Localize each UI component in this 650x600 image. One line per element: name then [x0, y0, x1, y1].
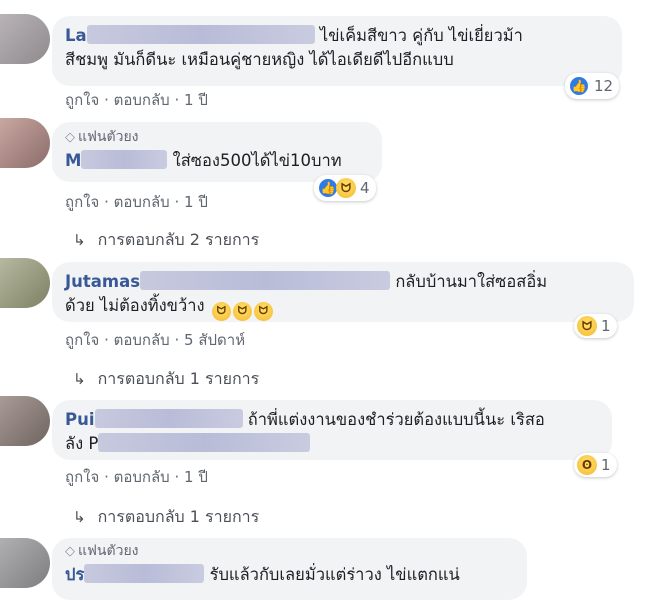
reply-link[interactable]: ตอบกลับ [114, 193, 170, 211]
reply-arrow-icon: ↳ [73, 231, 86, 249]
top-fan-badge: ◇ แฟนตัวยง [65, 127, 368, 148]
comment-bubble: Jutamas กลับบ้านมาใส่ซอสอิ่ม ด้วย ไม่ต้อ… [52, 262, 634, 322]
comment-text: ถ้าพี่แต่งงานของชำร่วยต้องแบบนี้นะ เริสอ [247, 410, 545, 429]
comment-text: ลัง P [65, 434, 99, 453]
avatar[interactable] [0, 14, 50, 64]
laughing-emoji-icon: ᗢ [211, 301, 231, 321]
reaction-count: 4 [360, 179, 370, 197]
reply-arrow-icon: ↳ [73, 370, 86, 388]
redacted-name [94, 409, 243, 428]
timestamp[interactable]: 1 ปี [184, 468, 208, 486]
view-replies-link[interactable]: ↳ การตอบกลับ 1 รายการ [73, 367, 259, 392]
comment-actions: ถูกใจ · ตอบกลับ · 1 ปี [65, 88, 208, 112]
commenter-name[interactable]: Jutamas [65, 272, 140, 291]
timestamp[interactable]: 1 ปี [184, 91, 208, 109]
reaction-count: 12 [594, 77, 614, 95]
reaction-count: 1 [601, 456, 611, 474]
view-replies-link[interactable]: ↳ การตอบกลับ 2 รายการ [73, 228, 259, 253]
commenter-name[interactable]: La [65, 26, 87, 45]
redacted-name [140, 271, 391, 290]
separator: · [104, 193, 109, 211]
timestamp[interactable]: 5 สัปดาห์ [184, 331, 245, 349]
replies-label: การตอบกลับ 1 รายการ [97, 507, 260, 526]
replies-label: การตอบกลับ 2 รายการ [97, 230, 260, 249]
redacted-name [84, 564, 205, 583]
redacted-name [86, 25, 315, 44]
comment-actions: ถูกใจ · ตอบกลับ · 1 ปี [65, 465, 208, 489]
separator: · [104, 468, 109, 486]
reaction-summary[interactable]: 👍 ᗢ 4 [314, 175, 376, 201]
comment-text: สีชมพู มันก็ดีนะ เหมือนคู่ชายหญิง ได้ไอเ… [65, 50, 454, 69]
timestamp[interactable]: 1 ปี [184, 193, 208, 211]
haha-icon: ᗢ [336, 178, 356, 198]
avatar[interactable] [0, 258, 50, 308]
badge-label: แฟนตัวยง [78, 543, 139, 559]
separator: · [174, 331, 180, 349]
reply-link[interactable]: ตอบกลับ [114, 91, 170, 109]
diamond-icon: ◇ [65, 544, 75, 559]
reaction-summary[interactable]: 👍 12 [565, 73, 620, 99]
avatar[interactable] [0, 396, 50, 446]
view-replies-link[interactable]: ↳ การตอบกลับ 1 รายการ [73, 505, 259, 530]
badge-label: แฟนตัวยง [78, 129, 139, 145]
like-link[interactable]: ถูกใจ [65, 331, 99, 349]
wow-icon: ʘ [577, 455, 597, 475]
laughing-emoji-icon: ᗢ [232, 301, 252, 321]
redacted-name [98, 433, 311, 452]
reply-link[interactable]: ตอบกลับ [114, 331, 170, 349]
reply-link[interactable]: ตอบกลับ [114, 468, 170, 486]
replies-label: การตอบกลับ 1 รายการ [97, 369, 260, 388]
separator: · [104, 91, 109, 109]
separator: · [174, 91, 180, 109]
avatar[interactable] [0, 538, 50, 588]
avatar[interactable] [0, 118, 50, 168]
commenter-name[interactable]: M [65, 151, 81, 170]
comment-text: ด้วย ไม่ต้องทิ้งขว้าง [65, 296, 205, 315]
reaction-count: 1 [601, 317, 611, 335]
top-fan-badge: ◇ แฟนตัวยง [65, 541, 513, 562]
like-link[interactable]: ถูกใจ [65, 193, 99, 211]
reaction-summary[interactable]: ᗢ 1 [574, 314, 617, 338]
separator: · [104, 331, 109, 349]
like-link[interactable]: ถูกใจ [65, 91, 99, 109]
comment-actions: ถูกใจ · ตอบกลับ · 5 สัปดาห์ [65, 328, 245, 352]
separator: · [174, 468, 180, 486]
comment-text: ไข่เค็มสีขาว คู่กับ ไข่เยี่ยวม้า [319, 26, 523, 45]
reaction-summary[interactable]: ʘ 1 [574, 453, 617, 477]
redacted-name [81, 150, 168, 169]
comment-bubble: Pui ถ้าพี่แต่งงานของชำร่วยต้องแบบนี้นะ เ… [52, 400, 612, 460]
comment-actions: ถูกใจ · ตอบกลับ · 1 ปี [65, 190, 208, 214]
commenter-name[interactable]: Pui [65, 410, 95, 429]
comment-text: กลับบ้านมาใส่ซอสอิ่ม [395, 272, 548, 291]
comment-bubble: ◇ แฟนตัวยง ปร รับแล้วกับเลยมั่วแต่ร่าวง ไ… [52, 538, 527, 600]
commenter-name[interactable]: ปร [65, 565, 84, 584]
like-icon: 👍 [568, 75, 590, 97]
comment-text: รับแล้วกับเลยมั่วแต่ร่าวง ไข่แตกแน่ [209, 565, 460, 584]
comment-bubble: ◇ แฟนตัวยง M ใส่ซอง500ได้ไข่10บาท [52, 122, 382, 182]
comment-bubble: La ไข่เค็มสีขาว คู่กับ ไข่เยี่ยวม้า สีชม… [52, 16, 622, 86]
separator: · [174, 193, 180, 211]
comment-text: ใส่ซอง500ได้ไข่10บาท [172, 151, 342, 170]
reply-arrow-icon: ↳ [73, 508, 86, 526]
diamond-icon: ◇ [65, 130, 75, 145]
like-link[interactable]: ถูกใจ [65, 468, 99, 486]
laughing-emoji-icon: ᗢ [253, 301, 273, 321]
haha-icon: ᗢ [577, 316, 597, 336]
